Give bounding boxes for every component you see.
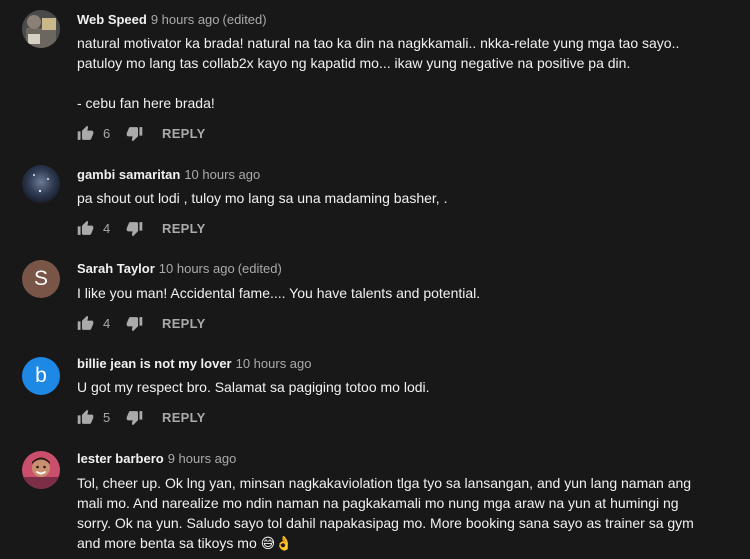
thumb-down-icon: [126, 125, 143, 142]
like-count: 6: [103, 125, 111, 141]
timestamp[interactable]: 9 hours ago: [168, 451, 237, 466]
photo-avatar-icon: [22, 165, 60, 203]
comment-line: sorry. Ok na yun. Saludo sayo tol dahil …: [77, 515, 694, 531]
comment-text: Tol, cheer up. Ok lng yan, minsan nagkak…: [77, 473, 727, 553]
comment-header: billie jean is not my lover 10 hours ago: [77, 355, 312, 373]
avatar[interactable]: [22, 165, 60, 203]
thumb-up-icon: [77, 220, 94, 237]
comment-line: I like you man! Accidental fame.... You …: [77, 285, 481, 301]
thumb-up-icon: [77, 409, 94, 426]
reply-button[interactable]: REPLY: [162, 316, 206, 331]
thumb-down-icon: [126, 409, 143, 426]
comment-header: gambi samaritan 10 hours ago: [77, 166, 260, 184]
author-name[interactable]: Web Speed: [77, 12, 147, 27]
thumb-up-icon: [77, 315, 94, 332]
comment-actions: 6 REPLY: [75, 122, 206, 144]
comment-header: Sarah Taylor 10 hours ago (edited): [77, 260, 282, 278]
comment-text: U got my respect bro. Salamat sa pagigin…: [77, 377, 727, 397]
avatar[interactable]: [22, 451, 60, 489]
comment-actions: 4 REPLY: [75, 217, 206, 239]
edited-label: (edited): [222, 12, 267, 27]
like-button[interactable]: [75, 313, 95, 333]
comment-line: U got my respect bro. Salamat sa pagigin…: [77, 379, 430, 395]
thumb-down-icon: [126, 315, 143, 332]
like-count: 4: [103, 220, 111, 236]
comment-header: lester barbero 9 hours ago: [77, 450, 236, 468]
thumb-up-icon: [77, 125, 94, 142]
reply-button[interactable]: REPLY: [162, 221, 206, 236]
author-name[interactable]: lester barbero: [77, 451, 164, 466]
like-count: 4: [103, 315, 111, 331]
comment-line: patuloy mo lang tas collab2x kayo ng kap…: [77, 55, 631, 71]
comment-line: - cebu fan here brada!: [77, 95, 215, 111]
comment-actions: 5 REPLY: [75, 406, 206, 428]
author-name[interactable]: Sarah Taylor: [77, 261, 155, 276]
author-name[interactable]: billie jean is not my lover: [77, 356, 232, 371]
avatar[interactable]: S: [22, 260, 60, 298]
reply-button[interactable]: REPLY: [162, 126, 206, 141]
comment-actions: 4 REPLY: [75, 312, 206, 334]
comment-line: and more benta sa tikoys mo 😅👌: [77, 535, 293, 551]
timestamp[interactable]: 9 hours ago: [151, 12, 220, 27]
comment-line: pa shout out lodi , tuloy mo lang sa una…: [77, 190, 448, 206]
timestamp[interactable]: 10 hours ago: [236, 356, 312, 371]
timestamp[interactable]: 10 hours ago: [184, 167, 260, 182]
comment-text: I like you man! Accidental fame.... You …: [77, 283, 727, 303]
comment-text: pa shout out lodi , tuloy mo lang sa una…: [77, 188, 727, 208]
dislike-button[interactable]: [124, 407, 144, 427]
like-count: 5: [103, 409, 111, 425]
avatar[interactable]: b: [22, 357, 60, 395]
photo-avatar-icon: [22, 451, 60, 489]
comment-line: [77, 73, 727, 93]
timestamp[interactable]: 10 hours ago: [159, 261, 235, 276]
author-name[interactable]: gambi samaritan: [77, 167, 180, 182]
dislike-button[interactable]: [124, 218, 144, 238]
like-button[interactable]: [75, 123, 95, 143]
comment-text: natural motivator ka brada! natural na t…: [77, 33, 727, 113]
comment-header: Web Speed 9 hours ago (edited): [77, 11, 267, 29]
comment-line: natural motivator ka brada! natural na t…: [77, 35, 680, 51]
dislike-button[interactable]: [124, 313, 144, 333]
dislike-button[interactable]: [124, 123, 144, 143]
edited-label: (edited): [237, 261, 282, 276]
comments-section: Web Speed 9 hours ago (edited) natural mot…: [0, 0, 750, 559]
like-button[interactable]: [75, 218, 95, 238]
thumb-down-icon: [126, 220, 143, 237]
like-button[interactable]: [75, 407, 95, 427]
reply-button[interactable]: REPLY: [162, 410, 206, 425]
comment-line: mali mo. And narealize mo ndin naman na …: [77, 495, 679, 511]
avatar[interactable]: [22, 10, 60, 48]
comment-line: Tol, cheer up. Ok lng yan, minsan nagkak…: [77, 475, 692, 491]
photo-avatar-icon: [22, 10, 60, 48]
